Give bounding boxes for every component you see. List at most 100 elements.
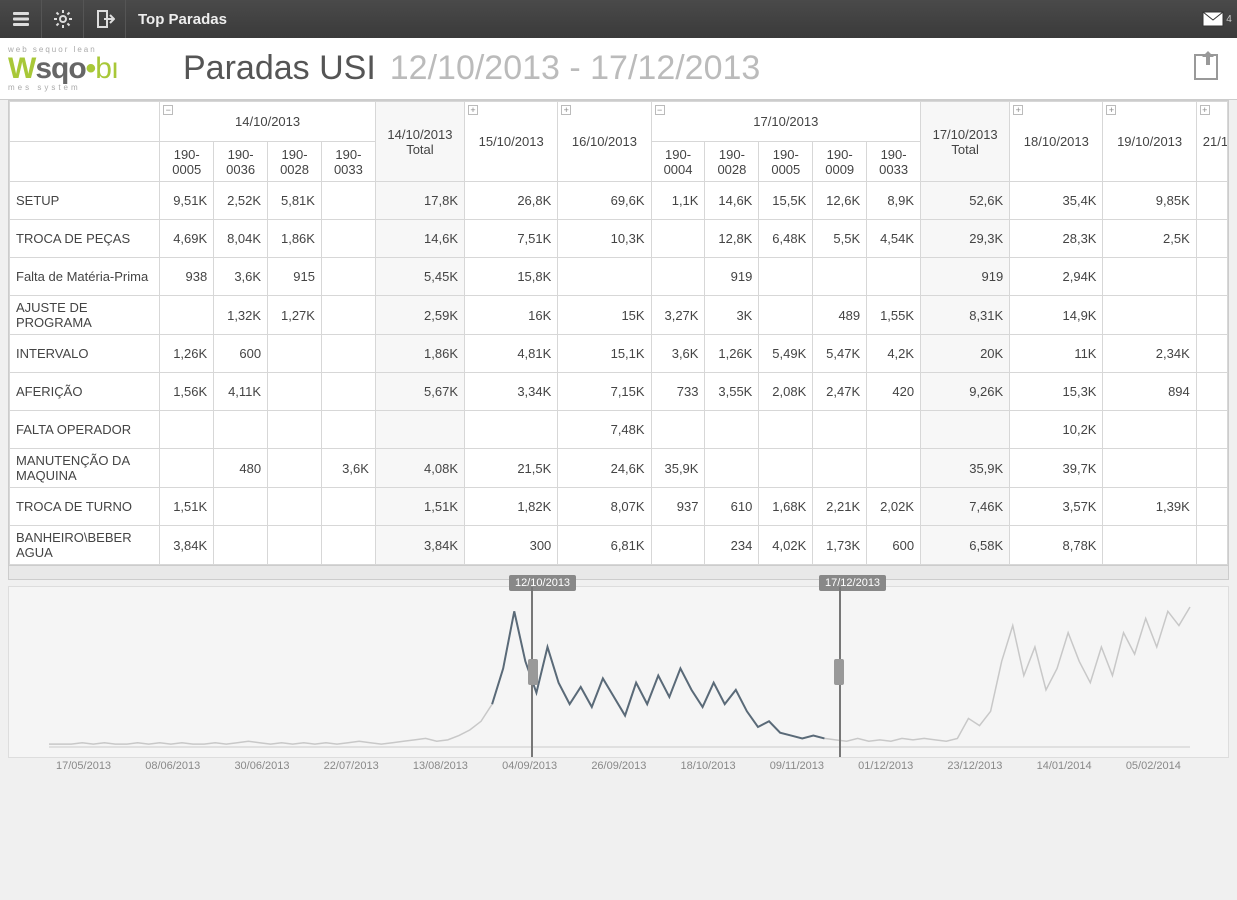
col-sub-header[interactable]: 190-0036 [214, 142, 268, 182]
data-cell [1103, 296, 1196, 335]
chart-x-axis: 17/05/201308/06/201330/06/201322/07/2013… [0, 758, 1237, 778]
expand-icon[interactable]: + [1106, 105, 1116, 115]
data-cell: 39,7K [1010, 449, 1103, 488]
data-cell: 5,5K [813, 220, 867, 258]
settings-button[interactable] [42, 0, 84, 38]
data-cell: 14,6K [705, 182, 759, 220]
data-cell: 420 [867, 373, 921, 411]
data-cell [1196, 335, 1227, 373]
data-cell [268, 526, 322, 565]
col-sub-header[interactable]: 190-0004 [651, 142, 705, 182]
data-cell [321, 258, 375, 296]
col-sub-header[interactable]: 190-0033 [321, 142, 375, 182]
data-cell: 4,2K [867, 335, 921, 373]
export-button[interactable] [1189, 49, 1223, 88]
data-cell: 600 [867, 526, 921, 565]
timeline-chart[interactable]: 12/10/2013 17/12/2013 [8, 586, 1229, 758]
data-cell: 2,02K [867, 488, 921, 526]
row-label: MANUTENÇÃO DA MAQUINA [10, 449, 160, 488]
data-cell: 5,49K [759, 335, 813, 373]
table-row: FALTA OPERADOR7,48K10,2K [10, 411, 1228, 449]
col-sub-header[interactable]: 190-0009 [813, 142, 867, 182]
data-cell: 9,26K [921, 373, 1010, 411]
data-cell: 919 [705, 258, 759, 296]
data-cell: 24,6K [558, 449, 651, 488]
data-cell [268, 373, 322, 411]
horizontal-scrollbar[interactable] [8, 566, 1229, 580]
col-group-header[interactable]: −14/10/2013 [160, 102, 376, 142]
data-cell [321, 373, 375, 411]
data-cell: 26,8K [465, 182, 558, 220]
col-sub-header[interactable]: 190-0005 [160, 142, 214, 182]
data-cell: 15,5K [759, 182, 813, 220]
col-group-header[interactable]: +15/10/2013 [465, 102, 558, 182]
expand-icon[interactable]: − [655, 105, 665, 115]
data-cell [321, 220, 375, 258]
data-cell [813, 449, 867, 488]
row-label: BANHEIRO\BEBER AGUA [10, 526, 160, 565]
menu-button[interactable] [0, 0, 42, 38]
data-cell [375, 411, 464, 449]
data-cell: 20K [921, 335, 1010, 373]
range-handle-right[interactable] [834, 659, 844, 685]
data-cell: 10,2K [1010, 411, 1103, 449]
data-cell [321, 182, 375, 220]
data-cell: 5,81K [268, 182, 322, 220]
data-cell: 52,6K [921, 182, 1010, 220]
data-cell [759, 411, 813, 449]
data-cell [1196, 488, 1227, 526]
data-cell [160, 411, 214, 449]
data-cell: 7,46K [921, 488, 1010, 526]
data-cell [705, 411, 759, 449]
col-group-header[interactable]: +16/10/2013 [558, 102, 651, 182]
data-cell [1196, 373, 1227, 411]
table-row: TROCA DE PEÇAS4,69K8,04K1,86K14,6K7,51K1… [10, 220, 1228, 258]
col-group-header[interactable]: +19/10/2013 [1103, 102, 1196, 182]
col-group-header[interactable]: +18/10/2013 [1010, 102, 1103, 182]
row-label: INTERVALO [10, 335, 160, 373]
table-row: Falta de Matéria-Prima9383,6K9155,45K15,… [10, 258, 1228, 296]
data-cell: 16K [465, 296, 558, 335]
col-group-header[interactable]: −17/10/2013 [651, 102, 920, 142]
exit-button[interactable] [84, 0, 126, 38]
expand-icon[interactable]: + [561, 105, 571, 115]
data-cell: 29,3K [921, 220, 1010, 258]
data-cell: 7,51K [465, 220, 558, 258]
col-group-header[interactable]: 17/10/2013 Total [921, 102, 1010, 182]
data-cell: 3,34K [465, 373, 558, 411]
expand-icon[interactable]: − [163, 105, 173, 115]
data-cell: 8,31K [921, 296, 1010, 335]
header: web sequor lean Wsqo•bı mes system Parad… [0, 38, 1237, 100]
data-cell [651, 220, 705, 258]
col-sub-header[interactable]: 190-0028 [705, 142, 759, 182]
data-cell: 937 [651, 488, 705, 526]
data-cell: 28,3K [1010, 220, 1103, 258]
col-sub-header[interactable]: 190-0028 [268, 142, 322, 182]
data-cell: 2,94K [1010, 258, 1103, 296]
row-label: AJUSTE DE PROGRAMA [10, 296, 160, 335]
data-cell [1196, 411, 1227, 449]
col-sub-header[interactable]: 190-0033 [867, 142, 921, 182]
data-cell: 7,48K [558, 411, 651, 449]
range-handle-left[interactable] [528, 659, 538, 685]
col-sub-header[interactable]: 190-0005 [759, 142, 813, 182]
data-cell: 1,26K [705, 335, 759, 373]
data-cell [1196, 182, 1227, 220]
data-cell [214, 526, 268, 565]
expand-icon[interactable]: + [1013, 105, 1023, 115]
data-cell [759, 258, 813, 296]
mail-button[interactable]: 4 [1197, 11, 1237, 27]
data-cell: 7,15K [558, 373, 651, 411]
range-selection[interactable] [531, 587, 841, 757]
expand-icon[interactable]: + [1200, 105, 1210, 115]
col-group-header[interactable]: +21/1 [1196, 102, 1227, 182]
col-sub-header[interactable] [10, 142, 160, 182]
col-group-header[interactable]: 14/10/2013 Total [375, 102, 464, 182]
data-cell: 2,5K [1103, 220, 1196, 258]
data-cell: 1,26K [160, 335, 214, 373]
data-cell [268, 488, 322, 526]
col-group-header[interactable] [10, 102, 160, 142]
x-tick: 23/12/2013 [947, 760, 1002, 772]
expand-icon[interactable]: + [468, 105, 478, 115]
data-cell [1196, 220, 1227, 258]
